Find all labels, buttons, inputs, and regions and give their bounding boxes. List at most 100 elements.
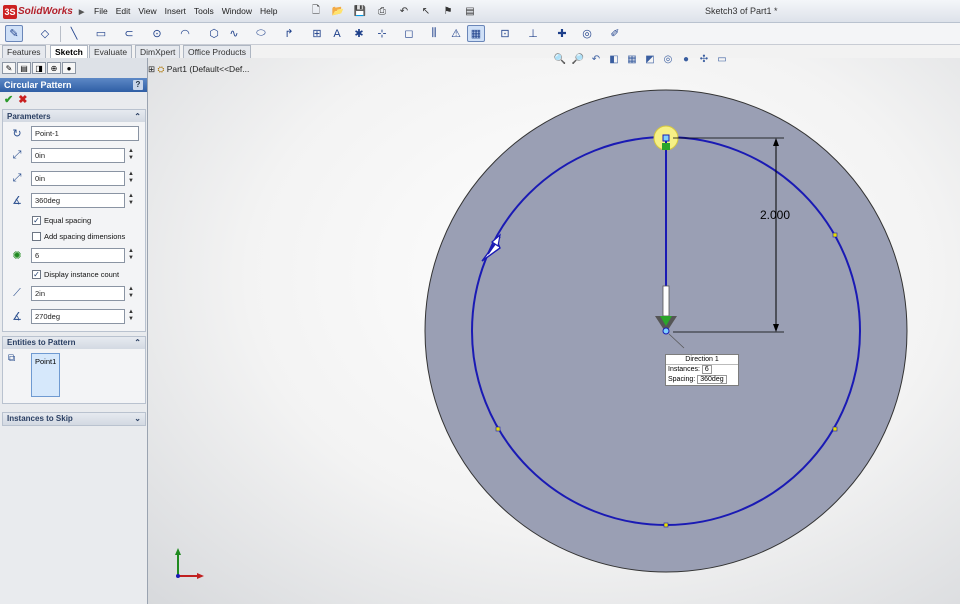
instances-to-skip-header[interactable]: Instances to Skip ⌄ xyxy=(3,412,145,425)
display-manager-tab-icon[interactable]: ● xyxy=(62,62,76,74)
fillet-icon[interactable]: ↱ xyxy=(280,25,298,42)
center-point[interactable] xyxy=(662,327,670,335)
center-point-field[interactable]: Point-1 xyxy=(31,125,139,141)
arc-icon[interactable]: ◠ xyxy=(176,25,194,42)
arc-angle-field[interactable]: 270deg xyxy=(31,308,125,324)
sketch-canvas[interactable] xyxy=(148,58,960,604)
circle-icon[interactable]: ⊙ xyxy=(148,25,166,42)
move-entities-icon[interactable]: ⊡ xyxy=(496,25,514,42)
text-icon[interactable]: A xyxy=(328,25,346,42)
angle-field[interactable]: 360deg xyxy=(31,193,125,209)
angle-spinner-icon[interactable]: ▲ ▼ xyxy=(127,193,135,208)
radius-spinner-icon[interactable]: ▲ ▼ xyxy=(127,286,135,301)
ellipse-icon[interactable]: ⬭ xyxy=(252,25,270,42)
open-folder-icon[interactable]: 📂 xyxy=(329,3,347,19)
display-relations-icon[interactable]: ⊥ xyxy=(524,25,542,42)
menu-edit[interactable]: Edit xyxy=(112,6,135,16)
graphics-area[interactable]: ⊞ ⛭ Part1 (Default<<Def... 🔍 🔎 ↶ ◧ ▦ ◩ ◎… xyxy=(148,54,960,604)
instance-marker[interactable] xyxy=(495,426,501,432)
dimxpert-manager-tab-icon[interactable]: ⊕ xyxy=(47,62,61,74)
display-instance-count-check-icon[interactable]: ✓ xyxy=(32,270,41,279)
collapse-icon[interactable]: ⌃ xyxy=(134,112,141,121)
arc-angle-spinner-icon[interactable]: ▲ ▼ xyxy=(127,309,135,324)
tab-evaluate[interactable]: Evaluate xyxy=(89,45,133,58)
instances-spinner-icon[interactable]: ▲ ▼ xyxy=(127,248,135,263)
warning-icon[interactable]: ⚠ xyxy=(447,25,465,42)
instances-field[interactable]: 6 xyxy=(31,247,125,263)
rapid-sketch-icon[interactable]: ✐ xyxy=(606,25,624,42)
mirror-icon[interactable]: ⫼ xyxy=(425,25,443,42)
offset-icon[interactable]: ◻ xyxy=(400,25,418,42)
previous-view-icon[interactable]: ↶ xyxy=(589,52,603,66)
sketch-tool-icon[interactable]: ✎ xyxy=(5,25,23,42)
scenes-icon[interactable]: ✣ xyxy=(697,52,711,66)
spline-icon[interactable]: ∿ xyxy=(225,25,243,42)
feature-tree-flyout[interactable]: ⊞ ⛭ Part1 (Default<<Def... xyxy=(148,64,249,75)
repair-sketch-icon[interactable]: ✚ xyxy=(553,25,571,42)
zoom-to-fit-icon[interactable]: 🔍 xyxy=(553,52,567,66)
linear-pattern-icon[interactable]: ▦ xyxy=(467,25,485,42)
display-style-icon[interactable]: ◩ xyxy=(643,52,657,66)
appearance-icon[interactable]: ● xyxy=(679,52,693,66)
instance-marker[interactable] xyxy=(832,232,838,238)
tab-features[interactable]: Features xyxy=(2,45,46,58)
equal-spacing-checkbox[interactable]: ✓ Equal spacing xyxy=(3,212,145,228)
undo-icon[interactable]: ↶ xyxy=(395,3,413,19)
zoom-to-area-icon[interactable]: 🔎 xyxy=(571,52,585,66)
polygon-icon[interactable]: ⬡ xyxy=(205,25,223,42)
section-view-icon[interactable]: ◧ xyxy=(607,52,621,66)
cancel-button[interactable]: ✖ xyxy=(18,93,27,106)
center-x-field[interactable]: 0in xyxy=(31,148,125,164)
entities-list[interactable]: Point1 xyxy=(31,352,61,397)
tab-sketch[interactable]: Sketch xyxy=(50,45,88,58)
rectangle-icon[interactable]: ▭ xyxy=(92,25,110,42)
smart-dimension-icon[interactable]: ◇ xyxy=(36,25,54,42)
tab-dimxpert[interactable]: DimXpert xyxy=(135,45,181,58)
menu-window[interactable]: Window xyxy=(218,6,256,16)
tab-office-products[interactable]: Office Products xyxy=(183,45,251,58)
plane-icon[interactable]: ⊞ xyxy=(308,25,326,42)
radius-field[interactable]: 2in xyxy=(31,286,125,302)
quick-snaps-icon[interactable]: ◎ xyxy=(578,25,596,42)
save-icon[interactable]: 💾 xyxy=(351,3,369,19)
instance-marker[interactable] xyxy=(832,426,838,432)
configuration-manager-tab-icon[interactable]: ◨ xyxy=(32,62,46,74)
seed-point[interactable] xyxy=(662,134,670,142)
hide-show-items-icon[interactable]: ◎ xyxy=(661,52,675,66)
callout-spacing-field[interactable]: 360deg xyxy=(697,375,727,384)
menu-help[interactable]: Help xyxy=(256,6,281,16)
pattern-callout[interactable]: Direction 1 Instances: 6 Spacing: 360deg xyxy=(665,354,739,386)
solidworks-logo[interactable]: 3S SolidWorks ▶ xyxy=(3,4,84,19)
options-icon[interactable]: ▤ xyxy=(461,3,479,19)
callout-instances-field[interactable]: 6 xyxy=(701,365,712,374)
trim-icon[interactable]: ⊹ xyxy=(373,25,391,42)
point-icon[interactable]: ✱ xyxy=(350,25,368,42)
expand-icon[interactable]: ⊞ xyxy=(148,64,155,74)
drag-handle[interactable] xyxy=(662,285,670,317)
print-icon[interactable]: ⎙ xyxy=(373,3,391,19)
menu-tools[interactable]: Tools xyxy=(190,6,218,16)
ok-button[interactable]: ✔ xyxy=(4,93,13,106)
collapse-icon[interactable]: ⌃ xyxy=(134,338,141,347)
dimension-label[interactable]: 2.000 xyxy=(760,208,790,222)
menu-insert[interactable]: Insert xyxy=(161,6,190,16)
display-instance-count-checkbox[interactable]: ✓ Display instance count xyxy=(3,267,145,283)
slot-icon[interactable]: ⊂ xyxy=(120,25,138,42)
entities-to-pattern-header[interactable]: Entities to Pattern ⌃ xyxy=(3,336,145,349)
expand-icon[interactable]: ⌄ xyxy=(134,414,141,423)
instance-marker[interactable] xyxy=(663,522,669,528)
select-pointer-icon[interactable]: ↖ xyxy=(417,3,435,19)
rebuild-icon[interactable]: ⚑ xyxy=(439,3,457,19)
help-button[interactable]: ? xyxy=(133,80,143,90)
view-orientation-icon[interactable]: ▦ xyxy=(625,52,639,66)
menu-view[interactable]: View xyxy=(134,6,160,16)
list-item[interactable]: Point1 xyxy=(35,357,56,366)
line-icon[interactable]: ╲ xyxy=(65,25,83,42)
parameters-header[interactable]: Parameters ⌃ xyxy=(3,110,145,122)
add-spacing-dimensions-box-icon[interactable] xyxy=(32,231,41,241)
property-manager-tab-icon[interactable]: ▤ xyxy=(17,62,31,74)
center-y-field[interactable]: 0in xyxy=(31,170,125,186)
center-x-spinner-icon[interactable]: ▲ ▼ xyxy=(127,148,135,163)
center-y-spinner-icon[interactable]: ▲ ▼ xyxy=(127,171,135,186)
new-document-icon[interactable]: 🗋 xyxy=(307,3,325,19)
